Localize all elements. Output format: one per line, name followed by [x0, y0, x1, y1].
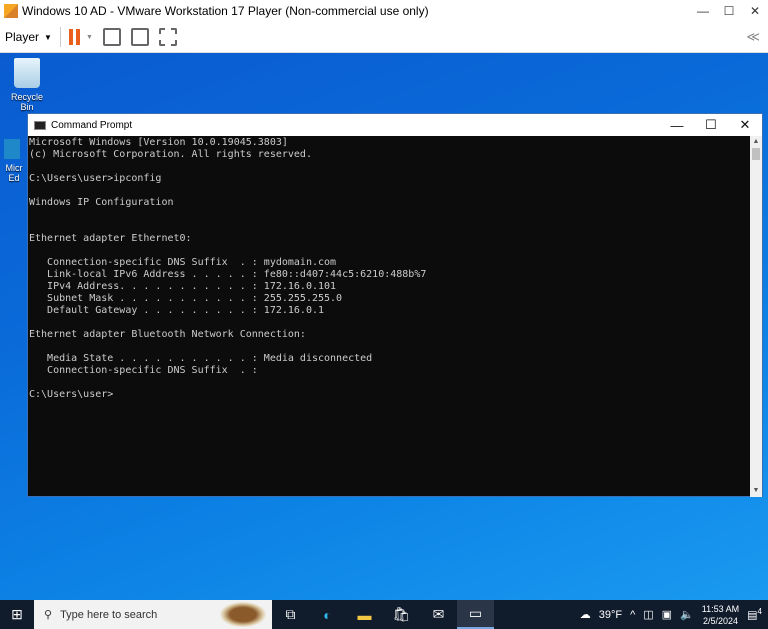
- console-line: Microsoft Windows [Version 10.0.19045.38…: [29, 137, 288, 148]
- weather-temp[interactable]: 39°F: [599, 609, 622, 621]
- console-line: Subnet Mask . . . . . . . . . . . : 255.…: [29, 293, 343, 304]
- recycle-bin-label: Recycle Bin: [10, 92, 43, 112]
- search-placeholder: Type here to search: [60, 608, 158, 621]
- unity-icon[interactable]: [158, 28, 177, 46]
- scroll-down-icon[interactable]: ▼: [750, 485, 762, 497]
- cmd-title-bar[interactable]: Command Prompt — ☐ ✕: [28, 114, 762, 136]
- caret-down-icon[interactable]: ▼: [86, 34, 93, 41]
- console-line: Ethernet adapter Ethernet0:: [29, 233, 192, 244]
- close-button[interactable]: ✕: [742, 0, 768, 22]
- mail-icon[interactable]: ✉: [420, 600, 457, 629]
- time: 11:53 AM: [701, 603, 740, 614]
- send-ctrl-alt-del-icon[interactable]: [102, 28, 121, 46]
- console-line: C:\Users\user>: [29, 389, 114, 400]
- vmware-logo-icon: [4, 4, 18, 18]
- maximize-button[interactable]: ☐: [716, 0, 742, 22]
- console-line: Connection-specific DNS Suffix . :: [29, 365, 258, 376]
- minimize-button[interactable]: —: [690, 0, 716, 22]
- edge-label: Micr Ed: [5, 163, 23, 183]
- windows-start-icon[interactable]: ⊞: [0, 600, 34, 629]
- console-line: Link-local IPv6 Address . . . . . : fe80…: [29, 269, 427, 280]
- volume-icon[interactable]: 🔈: [680, 608, 694, 621]
- meet-now-icon[interactable]: ◫: [643, 608, 653, 621]
- notifications-icon[interactable]: ▤4: [747, 607, 762, 622]
- caret-down-icon: ▼: [44, 32, 52, 42]
- player-menu[interactable]: Player ▼: [5, 30, 52, 44]
- cmd-minimize-button[interactable]: —: [660, 114, 694, 136]
- scrollbar[interactable]: ▲ ▼: [750, 136, 762, 497]
- recycle-bin-icon[interactable]: Recycle Bin: [4, 58, 50, 112]
- search-highlight-image: [220, 602, 266, 627]
- cmd-title: Command Prompt: [51, 119, 133, 131]
- console-line: Windows IP Configuration: [29, 197, 174, 208]
- player-menu-label: Player: [5, 30, 40, 44]
- console-line: (c) Microsoft Corporation. All rights re…: [29, 149, 312, 160]
- console-line: Media State . . . . . . . . . . . : Medi…: [29, 353, 373, 364]
- fullscreen-icon[interactable]: [130, 28, 149, 46]
- cmd-maximize-button[interactable]: ☐: [694, 114, 728, 136]
- chevron-up-icon[interactable]: ^: [630, 609, 635, 621]
- console-line: IPv4 Address. . . . . . . . . . . : 172.…: [29, 281, 337, 292]
- date: 2/5/2024: [702, 615, 738, 626]
- system-tray: ☁ 39°F ^ ◫ ▣ 🔈 11:53 AM 2/5/2024 ▤4: [580, 603, 768, 627]
- scroll-up-icon[interactable]: ▲: [750, 136, 762, 148]
- file-explorer-icon[interactable]: ▬: [346, 600, 383, 629]
- taskbar: ⊞ ⚲ Type here to search ⧉ ◐ ▬ 🛍 ✉ ▭ ☁ 39…: [0, 600, 768, 629]
- weather-icon[interactable]: ☁: [580, 608, 591, 621]
- scroll-thumb[interactable]: [752, 148, 760, 160]
- edge-desktop-icon[interactable]: Micr Ed: [4, 139, 24, 183]
- task-view-icon[interactable]: ⧉: [272, 600, 309, 629]
- search-icon: ⚲: [44, 609, 53, 621]
- cmd-close-button[interactable]: ✕: [728, 114, 762, 136]
- collapse-toolbar-icon[interactable]: ≪: [746, 29, 760, 45]
- window-title: Windows 10 AD - VMware Workstation 17 Pl…: [22, 4, 429, 18]
- divider: [59, 27, 61, 47]
- cmd-icon: [34, 120, 46, 130]
- console-line: C:\Users\user>ipconfig: [29, 173, 162, 184]
- command-prompt-window[interactable]: Command Prompt — ☐ ✕ Microsoft Windows […: [27, 113, 763, 497]
- store-icon[interactable]: 🛍: [383, 600, 420, 629]
- search-box[interactable]: ⚲ Type here to search: [34, 600, 272, 629]
- console-line: Ethernet adapter Bluetooth Network Conne…: [29, 329, 306, 340]
- command-prompt-taskbar-icon[interactable]: ▭: [457, 600, 494, 629]
- console-line: Connection-specific DNS Suffix . : mydom…: [29, 257, 337, 268]
- vmware-toolbar: Player ▼ ▼ ≪: [0, 22, 768, 53]
- console-line: Default Gateway . . . . . . . . . : 172.…: [29, 305, 325, 316]
- vmware-title-bar: Windows 10 AD - VMware Workstation 17 Pl…: [0, 0, 768, 22]
- console-output[interactable]: Microsoft Windows [Version 10.0.19045.38…: [28, 136, 750, 497]
- network-icon[interactable]: ▣: [662, 608, 672, 621]
- clock[interactable]: 11:53 AM 2/5/2024: [702, 603, 739, 627]
- pause-button[interactable]: [68, 29, 80, 45]
- notification-count: 4: [757, 607, 762, 617]
- edge-icon[interactable]: ◐: [309, 600, 346, 629]
